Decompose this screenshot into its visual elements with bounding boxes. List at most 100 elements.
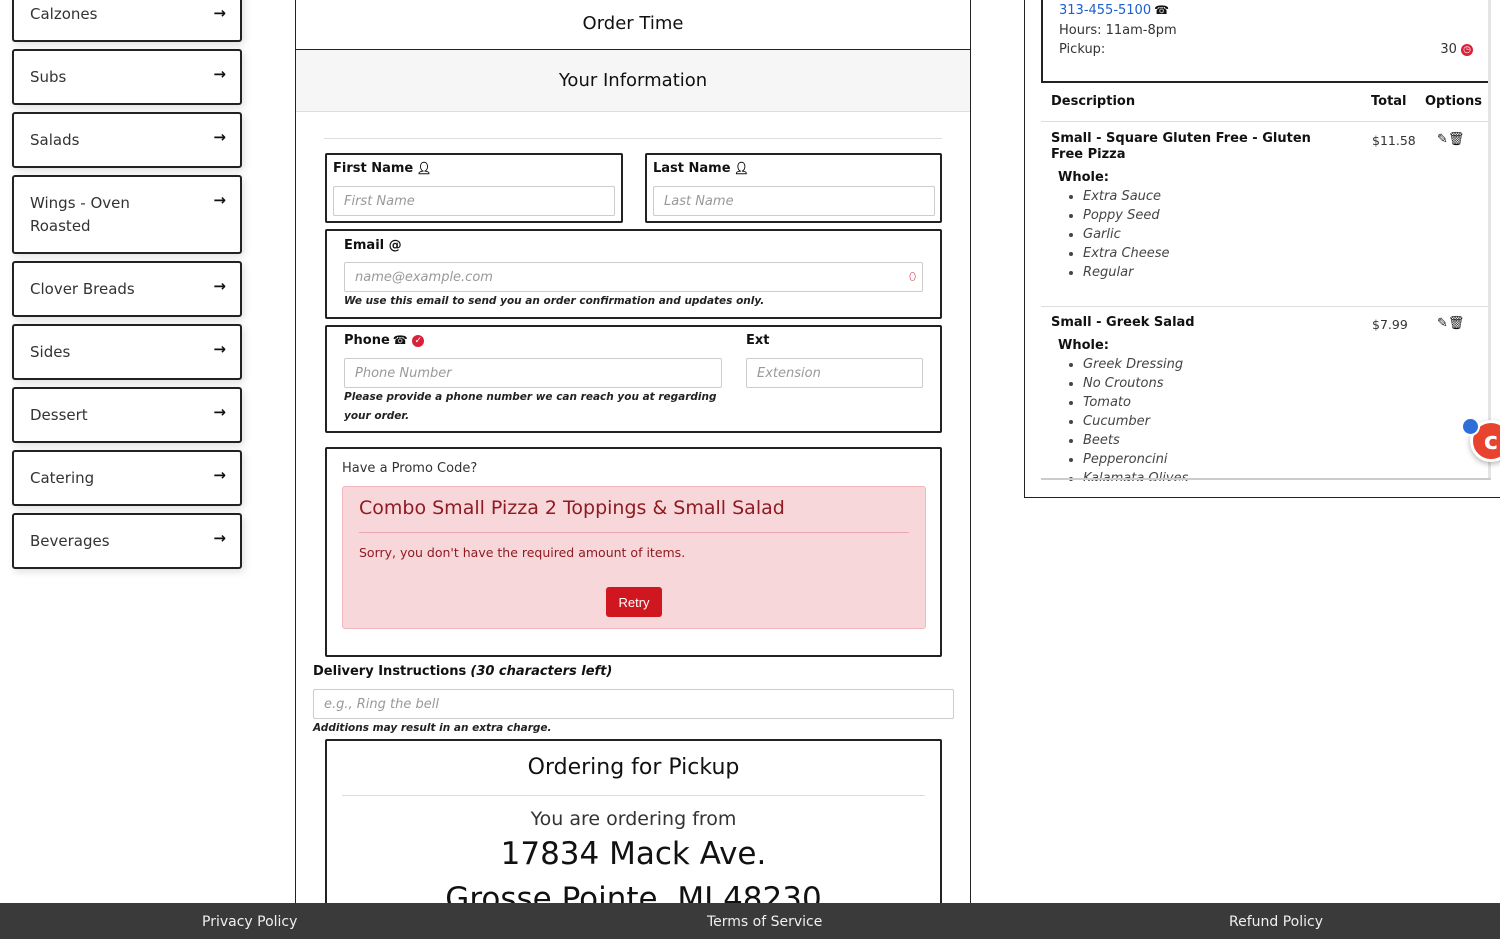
footer: Privacy Policy Terms of Service Refund P… [0, 903, 1500, 939]
modifier-item: Beets [1083, 431, 1188, 450]
arrow-right-icon: → [213, 529, 226, 547]
cart-item: Small - Square Gluten Free - Gluten Free… [1041, 129, 1491, 305]
category-sidebar: Calzones → Subs → Salads → Wings - Oven … [12, 0, 242, 576]
store-address-line1: 17834 Mack Ave. [500, 836, 767, 872]
your-information-title: Your Information [558, 70, 708, 91]
trash-icon[interactable]: 🗑︎ [1448, 316, 1465, 331]
arrow-right-icon: → [213, 65, 226, 83]
cart-panel: 313-455-5100 ☎︎ Hours: 11am-8pm Pickup: 3… [1024, 0, 1500, 498]
email-card: Email @ name@example.com ⬯ We use this e… [325, 229, 942, 319]
chat-icon: c [1483, 427, 1499, 455]
delivery-instructions-input[interactable]: e.g., Ring the bell [313, 689, 954, 719]
email-label: Email @ [344, 238, 402, 253]
phone-card: Phone ☎︎ ✓ Phone Number Please provide a … [325, 325, 942, 433]
arrow-right-icon: → [213, 340, 226, 358]
email-input[interactable]: name@example.com ⬯ [344, 262, 923, 292]
item-price: $7.99 [1372, 317, 1408, 332]
chat-notification-icon [1461, 417, 1480, 436]
phone-icon: ☎︎ [1154, 3, 1170, 17]
cart-scrollbar[interactable] [1488, 0, 1491, 478]
first-name-input[interactable]: First Name [333, 186, 615, 216]
clock-icon: ◷ [1461, 43, 1473, 56]
delivery-instructions-label: Delivery Instructions (30 characters lef… [313, 664, 613, 679]
modifier-item: Regular [1083, 263, 1170, 282]
alert-message: Sorry, you don't have the required amoun… [359, 545, 686, 560]
category-label: Clover Breads [30, 279, 135, 298]
extension-input[interactable]: Extension [746, 358, 923, 388]
category-label: Sides [30, 342, 71, 361]
privacy-policy-link[interactable]: Privacy Policy [202, 914, 297, 930]
edit-icon[interactable]: ✎ [1437, 132, 1448, 147]
category-label: Catering [30, 468, 95, 487]
modifier-item: Poppy Seed [1083, 206, 1170, 225]
store-phone[interactable]: 313-455-5100 ☎︎ [1059, 3, 1169, 18]
category-item-salads[interactable]: Salads → [12, 112, 242, 168]
modifier-item: Tomato [1083, 393, 1188, 412]
modifier-item: Extra Sauce [1083, 187, 1170, 206]
category-label: Subs [30, 67, 67, 86]
phone-label: Phone ☎︎ ✓ [344, 333, 425, 348]
store-info-box: 313-455-5100 ☎︎ Hours: 11am-8pm Pickup: 3… [1041, 0, 1491, 83]
modifier-item: Cucumber [1083, 412, 1188, 431]
category-item-dessert[interactable]: Dessert → [12, 387, 242, 443]
category-item-clover-breads[interactable]: Clover Breads → [12, 261, 242, 317]
first-name-card: First Name 👤︎ First Name [325, 153, 623, 223]
chars-left-count: (30 characters left) [470, 664, 613, 679]
alert-divider [359, 532, 909, 533]
order-time-header[interactable]: Order Time [296, 0, 970, 50]
password-manager-icon[interactable]: ⬯ [909, 270, 916, 284]
scroll-bottom-edge [1041, 478, 1491, 480]
last-name-card: Last Name 👤︎ Last Name [645, 153, 942, 223]
modifier-item: Pepperoncini [1083, 450, 1188, 469]
store-hours: Hours: 11am-8pm [1059, 23, 1177, 38]
retry-button[interactable]: Retry [606, 587, 662, 617]
phone-icon: ☎︎ [392, 333, 408, 347]
description-header: Description [1051, 94, 1136, 109]
checkout-form-panel: Order Time Your Information First Name 👤︎… [295, 0, 971, 908]
whole-label: Whole: [1058, 338, 1109, 353]
alert-title: Combo Small Pizza 2 Toppings & Small Sal… [359, 497, 785, 519]
divider [324, 138, 942, 139]
category-label: Dessert [30, 405, 88, 424]
modifier-item: Greek Dressing [1083, 355, 1188, 374]
category-item-beverages[interactable]: Beverages → [12, 513, 242, 569]
email-help-text: We use this email to send you an order c… [344, 295, 765, 307]
total-header: Total [1371, 94, 1407, 109]
divider [342, 795, 925, 796]
arrow-right-icon: → [213, 466, 226, 484]
modifier-list: Extra Sauce Poppy Seed Garlic Extra Chee… [1083, 187, 1170, 282]
category-item-wings[interactable]: Wings - Oven Roasted → [12, 175, 242, 254]
cart-item: Small - Greek Salad $7.99 ✎🗑︎ Whole: Gre… [1041, 313, 1491, 481]
phone-input[interactable]: Phone Number [344, 358, 722, 388]
item-name: Small - Greek Salad [1051, 315, 1195, 330]
user-icon: 👤︎ [733, 161, 749, 175]
category-item-catering[interactable]: Catering → [12, 450, 242, 506]
refund-policy-link[interactable]: Refund Policy [1229, 914, 1323, 930]
phone-help-text: Please provide a phone number we can rea… [344, 391, 717, 422]
arrow-right-icon: → [213, 4, 226, 22]
category-item-sides[interactable]: Sides → [12, 324, 242, 380]
category-item-calzones[interactable]: Calzones → [12, 0, 242, 42]
modifier-item: Extra Cheese [1083, 244, 1170, 263]
order-time-title: Order Time [582, 13, 684, 34]
arrow-right-icon: → [213, 191, 226, 209]
row-divider [1041, 306, 1491, 307]
last-name-input[interactable]: Last Name [653, 186, 935, 216]
ext-label: Ext [746, 333, 770, 348]
modifier-item: Garlic [1083, 225, 1170, 244]
modifier-list: Greek Dressing No Croutons Tomato Cucumb… [1083, 355, 1188, 481]
edit-icon[interactable]: ✎ [1437, 316, 1448, 331]
category-item-subs[interactable]: Subs → [12, 49, 242, 105]
arrow-right-icon: → [213, 403, 226, 421]
trash-icon[interactable]: 🗑︎ [1448, 132, 1465, 147]
item-options: ✎🗑︎ [1437, 316, 1464, 331]
user-icon: 👤︎ [416, 161, 432, 175]
required-check-icon: ✓ [412, 334, 425, 347]
promo-label: Have a Promo Code? [342, 461, 478, 476]
your-information-header: Your Information [296, 50, 970, 112]
terms-of-service-link[interactable]: Terms of Service [707, 914, 822, 930]
pickup-card: Ordering for Pickup You are ordering fro… [325, 739, 942, 907]
whole-label: Whole: [1058, 170, 1109, 185]
category-label: Beverages [30, 531, 110, 550]
last-name-label: Last Name 👤︎ [653, 161, 749, 176]
